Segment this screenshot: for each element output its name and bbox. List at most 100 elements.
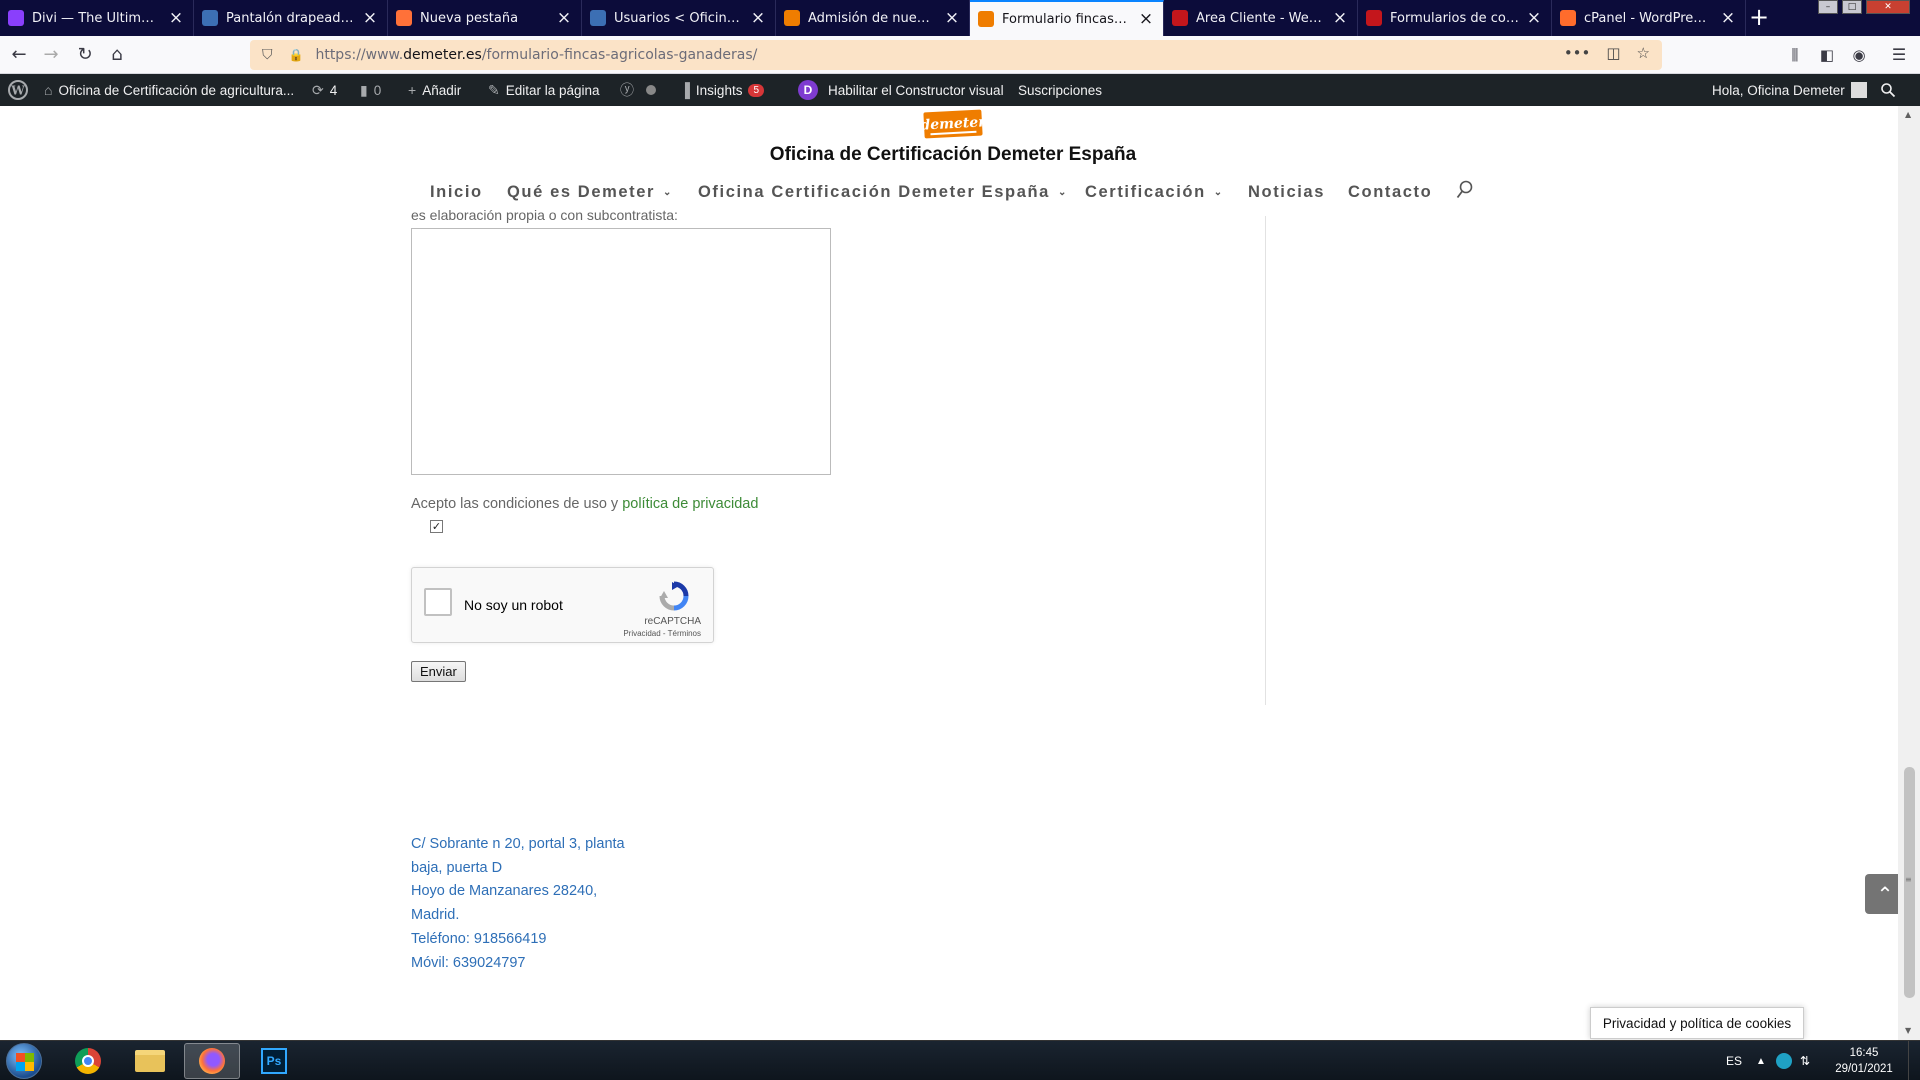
site-header: demeter Oficina de Certificación Demeter…	[0, 106, 1898, 216]
close-tab-icon[interactable]: ×	[555, 8, 573, 28]
account-icon[interactable]: ◉	[1846, 42, 1872, 68]
browser-tab[interactable]: Formularios de contacto ×	[1358, 0, 1552, 36]
subcontractor-textarea[interactable]	[411, 228, 831, 475]
divi-builder-item[interactable]: D Habilitar el Constructor visual	[798, 74, 1004, 106]
library-icon[interactable]: ⫼	[1782, 42, 1808, 68]
home-icon[interactable]: ⌂	[104, 42, 130, 68]
close-tab-icon[interactable]: ×	[361, 8, 379, 28]
updates-count: 4	[329, 82, 338, 98]
chevron-down-icon: ⌄	[663, 186, 674, 198]
forward-arrow-icon[interactable]: →	[38, 42, 64, 68]
comment-icon: ▮	[360, 81, 368, 98]
back-arrow-icon[interactable]: ←	[6, 42, 32, 68]
close-tab-icon[interactable]: ×	[943, 8, 961, 28]
tray-expand-icon[interactable]: ▲	[1756, 1041, 1766, 1080]
accept-terms-checkbox[interactable]: ✓	[430, 520, 443, 533]
taskbar-chrome[interactable]	[60, 1043, 116, 1079]
browser-tab[interactable]: Admisión de nuevos Ope ×	[776, 0, 970, 36]
scroll-up-arrow-icon[interactable]: ▲	[1905, 110, 1911, 119]
yoast-icon: ⓨ	[620, 82, 634, 98]
address-bar[interactable]: ⛉ 🔒 https://www.demeter.es/formulario-fi…	[250, 40, 1662, 70]
comments-item[interactable]: ▮ 0	[360, 74, 381, 106]
folder-icon	[135, 1050, 165, 1072]
page-scrollbar[interactable]: ▲ ≡ ▼	[1898, 106, 1920, 1040]
close-window-button[interactable]: ✕	[1866, 0, 1910, 14]
close-tab-icon[interactable]: ×	[1137, 9, 1155, 29]
tab-title: Formulario fincas agricol	[1002, 11, 1131, 27]
browser-tab[interactable]: Divi — The Ultimate Wor ×	[0, 0, 194, 36]
main-navigation: Inicio Qué es Demeter ⌄ Oficina Certifica…	[0, 177, 1898, 207]
lock-icon[interactable]: 🔒	[289, 48, 304, 62]
minimize-window-button[interactable]: –	[1818, 0, 1838, 14]
menu-hamburger-icon[interactable]: ☰	[1886, 42, 1912, 68]
admin-search-icon[interactable]	[1880, 74, 1896, 106]
plus-icon: +	[408, 82, 417, 98]
recaptcha-terms-link[interactable]: Términos	[668, 629, 701, 638]
site-title: Oficina de Certificación Demeter España	[769, 144, 1137, 165]
nav-item-contacto[interactable]: Contacto	[1348, 177, 1432, 207]
page-actions-icon[interactable]: •••	[1564, 44, 1591, 62]
scroll-down-arrow-icon[interactable]: ▼	[1905, 1026, 1911, 1035]
tracking-shield-icon[interactable]: ⛉	[262, 47, 273, 63]
tab-title: Admisión de nuevos Ope	[808, 10, 937, 26]
nav-label: Noticias	[1248, 182, 1325, 201]
close-tab-icon[interactable]: ×	[1331, 8, 1349, 28]
reload-icon[interactable]: ↻	[72, 42, 98, 68]
recaptcha-links: Privacidad - Términos	[623, 629, 701, 638]
yoast-seo-item[interactable]: ⓨ	[620, 74, 656, 106]
close-tab-icon[interactable]: ×	[749, 8, 767, 28]
updates-item[interactable]: ⟳ 4	[312, 74, 337, 106]
svg-text:W: W	[10, 84, 25, 98]
taskbar-explorer[interactable]	[122, 1043, 178, 1079]
chevron-up-icon: ⌃	[1876, 882, 1894, 906]
nav-item-oficina-certificacion[interactable]: Oficina Certificación Demeter España ⌄	[698, 177, 1068, 207]
recaptcha-privacy-link[interactable]: Privacidad	[623, 629, 660, 638]
new-tab-button[interactable]: +	[1744, 2, 1774, 32]
browser-tab[interactable]: Usuarios < Oficina de Ce ×	[582, 0, 776, 36]
sidebar-icon[interactable]: ◧	[1814, 42, 1840, 68]
logo-text: demeter	[920, 114, 986, 134]
subscriptions-item[interactable]: Suscripciones	[1018, 74, 1102, 106]
browser-tab[interactable]: Pantalón drapeado en ca ×	[194, 0, 388, 36]
privacy-policy-link[interactable]: política de privacidad	[622, 496, 758, 512]
browser-tab[interactable]: Nueva pestaña ×	[388, 0, 582, 36]
show-desktop-button[interactable]	[1908, 1041, 1920, 1080]
nav-item-inicio[interactable]: Inicio	[430, 177, 483, 207]
cookie-notice-button[interactable]: Privacidad y política de cookies	[1590, 1007, 1804, 1039]
language-indicator[interactable]: ES	[1726, 1041, 1742, 1080]
close-tab-icon[interactable]: ×	[1719, 8, 1737, 28]
nav-label: Inicio	[430, 182, 483, 201]
taskbar-photoshop[interactable]: Ps	[246, 1043, 302, 1079]
add-new-item[interactable]: + Añadir	[408, 74, 461, 106]
browser-tab[interactable]: cPanel - WordPress Cent ×	[1552, 0, 1746, 36]
start-button[interactable]	[6, 1043, 42, 1079]
close-tab-icon[interactable]: ×	[167, 8, 185, 28]
network-icon[interactable]: ⇅	[1800, 1041, 1810, 1080]
tray-app-icon[interactable]	[1776, 1041, 1792, 1080]
maximize-window-button[interactable]: □	[1842, 0, 1862, 14]
close-tab-icon[interactable]: ×	[1525, 8, 1543, 28]
system-clock[interactable]: 16:45 29/01/2021	[1820, 1045, 1908, 1077]
pocket-icon[interactable]: ◫	[1606, 44, 1620, 62]
page-content: es elaboración propia o con subcontratis…	[0, 207, 1905, 1040]
address-line: C/ Sobrante n 20, portal 3, planta	[411, 836, 625, 852]
browser-tab[interactable]: Formulario fincas agricol ×	[970, 0, 1164, 36]
search-icon[interactable]	[1456, 180, 1474, 202]
admin-site-name[interactable]: ⌂ Oficina de Certificación de agricultur…	[44, 74, 294, 106]
phone-line: Teléfono: 918566419	[411, 930, 547, 947]
demeter-logo[interactable]: demeter	[920, 109, 986, 139]
url-text[interactable]: https://www.demeter.es/formulario-fincas…	[315, 47, 757, 63]
taskbar-firefox[interactable]	[184, 1043, 240, 1079]
nav-item-noticias[interactable]: Noticias	[1248, 177, 1325, 207]
browser-tab[interactable]: Área Cliente - Webempr ×	[1164, 0, 1358, 36]
nav-item-que-es-demeter[interactable]: Qué es Demeter ⌄	[507, 177, 673, 207]
nav-item-certificacion[interactable]: Certificación ⌄	[1085, 177, 1224, 207]
recaptcha-checkbox[interactable]	[424, 588, 452, 616]
wordpress-logo-icon[interactable]: W	[8, 74, 28, 106]
insights-item[interactable]: ▐ Insights 5	[680, 74, 765, 106]
edit-page-item[interactable]: ✎ Editar la página	[488, 74, 600, 106]
my-account-item[interactable]: Hola, Oficina Demeter	[1712, 74, 1867, 106]
submit-button[interactable]: Enviar	[411, 661, 466, 682]
scrollbar-thumb[interactable]: ≡	[1904, 767, 1915, 998]
bookmark-star-icon[interactable]: ☆	[1637, 44, 1650, 62]
